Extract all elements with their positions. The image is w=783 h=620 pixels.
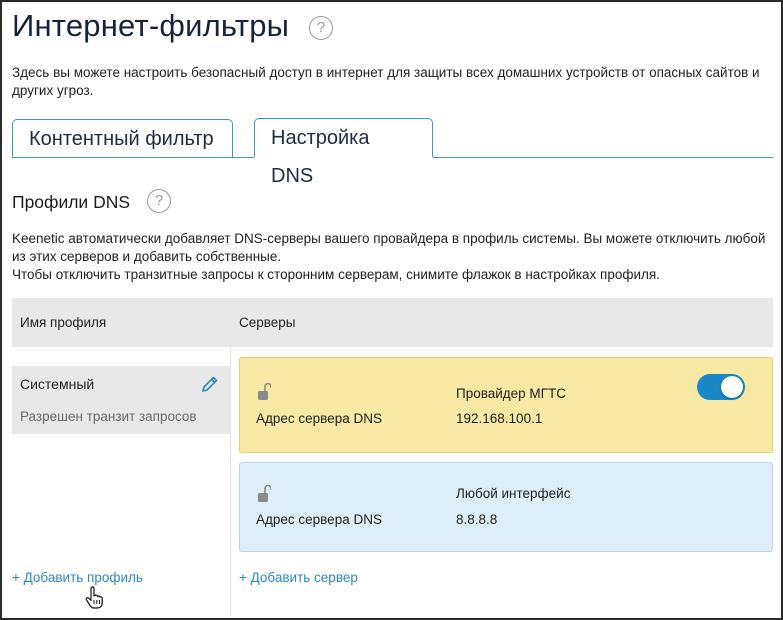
unlock-icon <box>258 382 271 400</box>
server-card[interactable]: Адрес сервера DNS Провайдер МГТС 192.168… <box>239 357 773 453</box>
hand-cursor-icon <box>85 586 103 609</box>
tab-dns-settings[interactable]: Настройка DNS <box>254 118 433 187</box>
section-title: Профили DNS <box>12 192 131 212</box>
server-enabled-toggle[interactable] <box>697 374 745 400</box>
server-name: Любой интерфейс <box>456 486 571 501</box>
server-label: Адрес сервера DNS <box>256 512 382 527</box>
column-divider <box>230 347 231 616</box>
profile-status: Разрешен транзит запросов <box>20 409 197 424</box>
server-address: 8.8.8.8 <box>456 512 498 527</box>
help-icon[interactable]: ? <box>309 16 333 40</box>
page-intro: Здесь вы можете настроить безопасный дос… <box>12 65 760 98</box>
pencil-icon[interactable] <box>200 374 220 394</box>
description-line: Keenetic автоматически добавляет DNS-сер… <box>12 231 766 264</box>
server-card[interactable]: Адрес сервера DNS Любой интерфейс 8.8.8.… <box>239 462 773 552</box>
add-profile-link[interactable]: + Добавить профиль <box>12 570 143 585</box>
server-name: Провайдер МГТС <box>456 386 566 401</box>
help-icon[interactable]: ? <box>147 189 171 213</box>
server-label: Адрес сервера DNS <box>256 411 382 426</box>
column-header-servers: Серверы <box>239 315 296 330</box>
page-title: Интернет-фильтры <box>12 8 290 43</box>
add-server-link[interactable]: + Добавить сервер <box>239 570 358 585</box>
profile-item[interactable]: Системный Разрешен транзит запросов <box>12 366 230 434</box>
toggle-knob <box>721 376 743 398</box>
description-line: Чтобы отключить транзитные запросы к сто… <box>12 267 660 282</box>
server-address: 192.168.100.1 <box>456 411 543 426</box>
table-header: Имя профиля Серверы <box>12 298 773 347</box>
unlock-icon <box>258 484 271 502</box>
column-header-profile: Имя профиля <box>20 315 107 330</box>
tab-content-filter[interactable]: Контентный фильтр <box>12 119 233 157</box>
profile-name: Системный <box>20 376 95 392</box>
section-description: Keenetic автоматически добавляет DNS-сер… <box>12 230 772 284</box>
